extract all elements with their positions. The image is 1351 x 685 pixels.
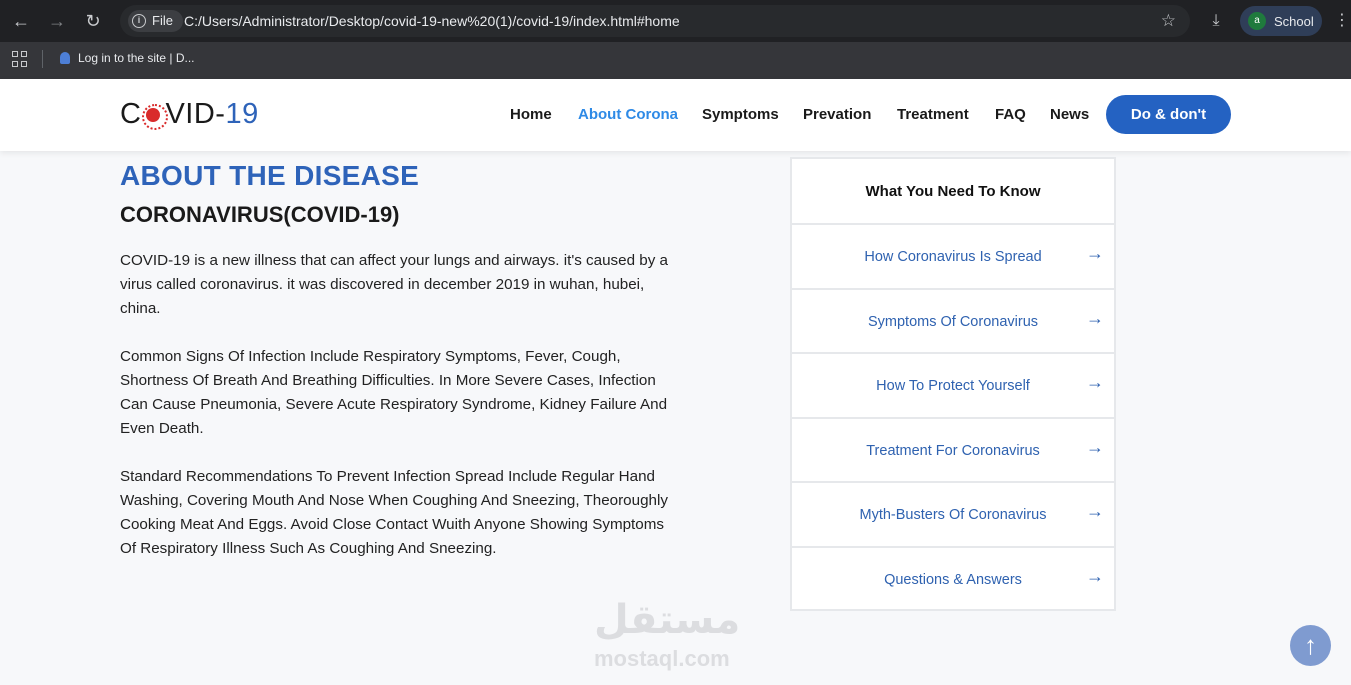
info-icon: i [132, 14, 146, 28]
prevention-paragraph: Standard Recommendations To Prevent Infe… [120, 468, 668, 557]
nav-news[interactable]: News [1050, 106, 1089, 123]
sidebar-item-label: Questions & Answers [884, 571, 1022, 588]
sidebar-item-label: How Coronavirus Is Spread [864, 249, 1042, 265]
reload-icon[interactable]: ↻ [82, 10, 104, 32]
page-title: ABOUT THE DISEASE [120, 160, 420, 191]
nav-about-corona[interactable]: About Corona [578, 106, 678, 123]
nav-symptoms[interactable]: Symptoms [702, 106, 779, 123]
nav-prevation[interactable]: Prevation [803, 106, 871, 123]
sidebar-item-label: How To Protect Yourself [876, 378, 1030, 394]
profile-name: School [1274, 13, 1314, 29]
logo-letter: C [120, 98, 142, 130]
arrow-right-icon: → [1086, 565, 1104, 586]
url-text[interactable]: C:/Users/Administrator/Desktop/covid-19-… [184, 5, 680, 37]
know-sidebar: What You Need To Know How Coronavirus Is… [790, 157, 1116, 611]
sidebar-item-treatment[interactable]: Treatment For Coronavirus → [792, 419, 1114, 483]
arrow-right-icon: → [1086, 501, 1104, 521]
site-chip-label: File [152, 13, 173, 28]
profile-button[interactable]: a School [1240, 6, 1322, 36]
site-header: C VID- 19 Home About Corona Symptoms Pre… [0, 79, 1351, 151]
do-and-dont-button[interactable]: Do & don't [1106, 95, 1231, 134]
bookmark-separator [42, 50, 43, 68]
bookmark-label: Log in to the site | D... [78, 51, 195, 65]
more-menu-icon[interactable]: ⋮ [1334, 10, 1350, 32]
arrow-right-icon: → [1086, 436, 1104, 457]
logo-text: VID- [165, 98, 226, 130]
sidebar-item-label: Treatment For Coronavirus [866, 442, 1040, 459]
download-icon[interactable]: ⤓ [1204, 9, 1228, 33]
sidebar-item-spread[interactable]: How Coronavirus Is Spread → [792, 225, 1114, 290]
section-subtitle: CORONAVIRUS(COVID-19) [120, 202, 400, 227]
nav-home[interactable]: Home [510, 106, 552, 123]
site-info-chip[interactable]: i File [128, 10, 183, 32]
intro-paragraph: COVID-19 is a new illness that can affec… [120, 252, 668, 317]
address-bar[interactable]: i File C:/Users/Administrator/Desktop/co… [120, 5, 1190, 37]
bookmark-item[interactable]: Log in to the site | D... [60, 48, 195, 68]
sidebar-item-symptoms[interactable]: Symptoms Of Coronavirus → [792, 290, 1114, 354]
bookmark-star-icon[interactable]: ☆ [1161, 5, 1176, 37]
avatar: a [1248, 12, 1266, 30]
arrow-right-icon: → [1086, 372, 1104, 392]
sidebar-item-qa[interactable]: Questions & Answers → [792, 548, 1114, 613]
sidebar-item-label: Myth-Busters Of Coronavirus [859, 507, 1047, 523]
sidebar-item-label: Symptoms Of Coronavirus [867, 313, 1039, 330]
sidebar-title: What You Need To Know [792, 159, 1114, 225]
watermark-arabic: مستقل [594, 597, 741, 643]
sidebar-item-myths[interactable]: Myth-Busters Of Coronavirus → [792, 483, 1114, 548]
apps-grid-icon[interactable] [12, 51, 28, 67]
nav-faq[interactable]: FAQ [995, 106, 1026, 123]
nav-treatment[interactable]: Treatment [897, 106, 969, 123]
sidebar-item-protect[interactable]: How To Protect Yourself → [792, 354, 1114, 419]
arrow-right-icon: → [1086, 243, 1104, 263]
back-arrow-icon[interactable]: ← [10, 10, 32, 32]
logo-number: 19 [225, 98, 259, 130]
site-logo[interactable]: C VID- 19 [120, 98, 259, 131]
arrow-right-icon: → [1086, 307, 1104, 328]
bookmark-favicon-icon [60, 52, 70, 64]
arrow-up-icon[interactable]: ↑ [1290, 625, 1331, 666]
watermark-latin: mostaql.com [594, 646, 730, 671]
forward-arrow-icon[interactable]: → [46, 10, 68, 32]
bookmarks-bar [0, 42, 1351, 79]
symptoms-paragraph: Common Signs Of Infection Include Respir… [120, 348, 668, 437]
browser-toolbar: ← → ↻ i File C:/Users/Administrator/Desk… [0, 0, 1351, 42]
virus-icon [142, 103, 169, 130]
